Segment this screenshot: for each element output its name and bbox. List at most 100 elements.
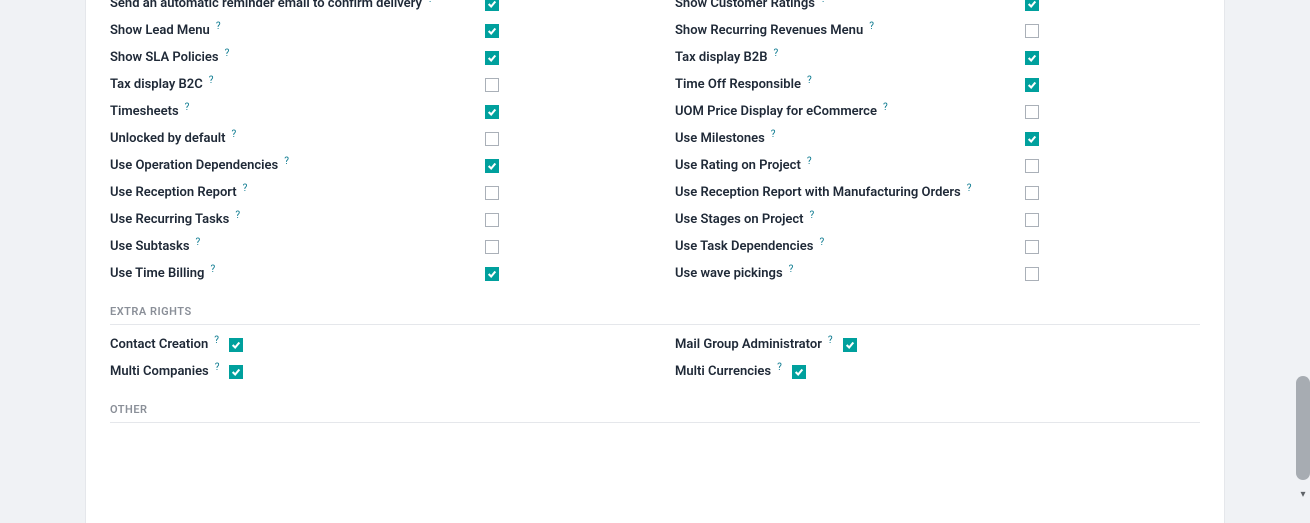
scrollbar-down-arrow[interactable]: ▾	[1296, 487, 1310, 501]
setting-row-show-lead-menu: Show Lead Menu?	[110, 17, 635, 44]
setting-label-text: Use Reception Report with Manufacturing …	[675, 185, 961, 200]
setting-row-use-subtasks: Use Subtasks?	[110, 233, 635, 260]
setting-label-text: Show Customer Ratings	[675, 0, 815, 11]
setting-label-text: Mail Group Administrator	[675, 337, 822, 352]
checkbox-use-operation-dependencies[interactable]	[485, 159, 499, 173]
setting-label: Use Rating on Project?	[675, 158, 1025, 173]
setting-label: Contact Creation?	[110, 337, 229, 352]
setting-label-text: Contact Creation	[110, 337, 208, 352]
setting-row-use-task-dependencies: Use Task Dependencies?	[675, 233, 1200, 260]
setting-row-multi-companies: Multi Companies?	[110, 358, 635, 385]
setting-label: Tax display B2B?	[675, 50, 1025, 65]
setting-label-text: Multi Companies	[110, 364, 209, 379]
checkbox-show-sla-policies[interactable]	[485, 51, 499, 65]
setting-row-contact-creation: Contact Creation?	[110, 331, 635, 358]
setting-row-tax-display-b2b: Tax display B2B?	[675, 44, 1200, 71]
setting-label: UOM Price Display for eCommerce?	[675, 104, 1025, 119]
setting-row-use-milestones: Use Milestones?	[675, 125, 1200, 152]
setting-label: Timesheets?	[110, 104, 485, 119]
checkbox-show-lead-menu[interactable]	[485, 24, 499, 38]
checkbox-mail-group-administrator[interactable]	[843, 338, 857, 352]
checkbox-use-time-billing[interactable]	[485, 267, 499, 281]
setting-row-use-rating-on-project: Use Rating on Project?	[675, 152, 1200, 179]
scrollbar-thumb[interactable]	[1296, 376, 1310, 480]
checkbox-multi-companies[interactable]	[229, 365, 243, 379]
setting-label-text: Unlocked by default	[110, 131, 225, 146]
checkbox-show-recurring-revenues-menu[interactable]	[1025, 24, 1039, 38]
checkbox-tax-display-b2c[interactable]	[485, 78, 499, 92]
setting-label: Use Reception Report?	[110, 185, 485, 200]
setting-label-text: Show SLA Policies	[110, 50, 219, 65]
setting-row-use-reception-report: Use Reception Report?	[110, 179, 635, 206]
setting-label: Show Recurring Revenues Menu?	[675, 23, 1025, 38]
setting-row-show-customer-ratings: Show Customer Ratings?	[675, 0, 1200, 17]
setting-label: Show SLA Policies?	[110, 50, 485, 65]
setting-label-text: Multi Currencies	[675, 364, 771, 379]
setting-label-text: Time Off Responsible	[675, 77, 801, 92]
checkbox-uom-price-display-for-ecommerce[interactable]	[1025, 105, 1039, 119]
setting-row-mail-group-administrator: Mail Group Administrator?	[675, 331, 1200, 358]
setting-row-send-an-automatic-reminder-email-to-confirm-delivery: Send an automatic reminder email to conf…	[110, 0, 635, 17]
setting-label: Multi Companies?	[110, 364, 229, 379]
setting-row-use-stages-on-project: Use Stages on Project?	[675, 206, 1200, 233]
setting-row-use-operation-dependencies: Use Operation Dependencies?	[110, 152, 635, 179]
setting-row-unlocked-by-default: Unlocked by default?	[110, 125, 635, 152]
checkbox-use-stages-on-project[interactable]	[1025, 213, 1039, 227]
checkbox-time-off-responsible[interactable]	[1025, 78, 1039, 92]
setting-label: Show Lead Menu?	[110, 23, 485, 38]
checkbox-use-reception-report[interactable]	[485, 186, 499, 200]
setting-label: Send an automatic reminder email to conf…	[110, 0, 485, 11]
checkbox-send-an-automatic-reminder-email-to-confirm-delivery[interactable]	[485, 0, 499, 11]
setting-label-text: Use Recurring Tasks	[110, 212, 229, 227]
checkbox-tax-display-b2b[interactable]	[1025, 51, 1039, 65]
setting-row-use-time-billing: Use Time Billing?	[110, 260, 635, 287]
setting-label: Show Customer Ratings?	[675, 0, 1025, 11]
checkbox-use-wave-pickings[interactable]	[1025, 267, 1039, 281]
checkbox-contact-creation[interactable]	[229, 338, 243, 352]
setting-label-text: Use Subtasks	[110, 239, 190, 254]
setting-label-text: Show Recurring Revenues Menu	[675, 23, 863, 38]
setting-label-text: UOM Price Display for eCommerce	[675, 104, 877, 119]
checkbox-use-subtasks[interactable]	[485, 240, 499, 254]
setting-row-multi-currencies: Multi Currencies?	[675, 358, 1200, 385]
setting-row-use-recurring-tasks: Use Recurring Tasks?	[110, 206, 635, 233]
setting-row-time-off-responsible: Time Off Responsible?	[675, 71, 1200, 98]
checkbox-show-customer-ratings[interactable]	[1025, 0, 1039, 11]
technical-settings-grid: Send an automatic reminder email to conf…	[110, 0, 1200, 287]
setting-label-text: Tax display B2C	[110, 77, 203, 92]
checkbox-use-recurring-tasks[interactable]	[485, 213, 499, 227]
setting-label: Use Recurring Tasks?	[110, 212, 485, 227]
checkbox-use-milestones[interactable]	[1025, 132, 1039, 146]
checkbox-multi-currencies[interactable]	[792, 365, 806, 379]
checkbox-use-task-dependencies[interactable]	[1025, 240, 1039, 254]
checkbox-use-reception-report-with-manufacturing-orders[interactable]	[1025, 186, 1039, 200]
setting-row-show-recurring-revenues-menu: Show Recurring Revenues Menu?	[675, 17, 1200, 44]
setting-row-show-sla-policies: Show SLA Policies?	[110, 44, 635, 71]
setting-label-text: Use Reception Report	[110, 185, 237, 200]
setting-row-use-wave-pickings: Use wave pickings?	[675, 260, 1200, 287]
checkbox-use-rating-on-project[interactable]	[1025, 159, 1039, 173]
checkbox-unlocked-by-default[interactable]	[485, 132, 499, 146]
setting-label: Use Stages on Project?	[675, 212, 1025, 227]
setting-row-use-reception-report-with-manufacturing-orders: Use Reception Report with Manufacturing …	[675, 179, 1200, 206]
setting-label-text: Use Stages on Project	[675, 212, 804, 227]
setting-label-text: Tax display B2B	[675, 50, 767, 65]
setting-label-text: Use wave pickings	[675, 266, 783, 281]
setting-label: Use Operation Dependencies?	[110, 158, 485, 173]
section-extra-rights: EXTRA RIGHTS	[110, 305, 1200, 318]
setting-row-tax-display-b2c: Tax display B2C?	[110, 71, 635, 98]
setting-label: Time Off Responsible?	[675, 77, 1025, 92]
setting-label-text: Use Operation Dependencies	[110, 158, 278, 173]
extra-rights-grid: Contact Creation? Multi Companies? Mail Gr…	[110, 331, 1200, 385]
checkbox-timesheets[interactable]	[485, 105, 499, 119]
setting-label-text: Use Rating on Project	[675, 158, 801, 173]
setting-label: Use wave pickings?	[675, 266, 1025, 281]
setting-row-uom-price-display-for-ecommerce: UOM Price Display for eCommerce?	[675, 98, 1200, 125]
setting-label: Use Subtasks?	[110, 239, 485, 254]
section-other: OTHER	[110, 403, 1200, 416]
setting-label-text: Use Task Dependencies	[675, 239, 813, 254]
setting-label: Mail Group Administrator?	[675, 337, 843, 352]
setting-label: Unlocked by default?	[110, 131, 485, 146]
setting-label: Multi Currencies?	[675, 364, 792, 379]
setting-label: Use Reception Report with Manufacturing …	[675, 185, 1025, 200]
